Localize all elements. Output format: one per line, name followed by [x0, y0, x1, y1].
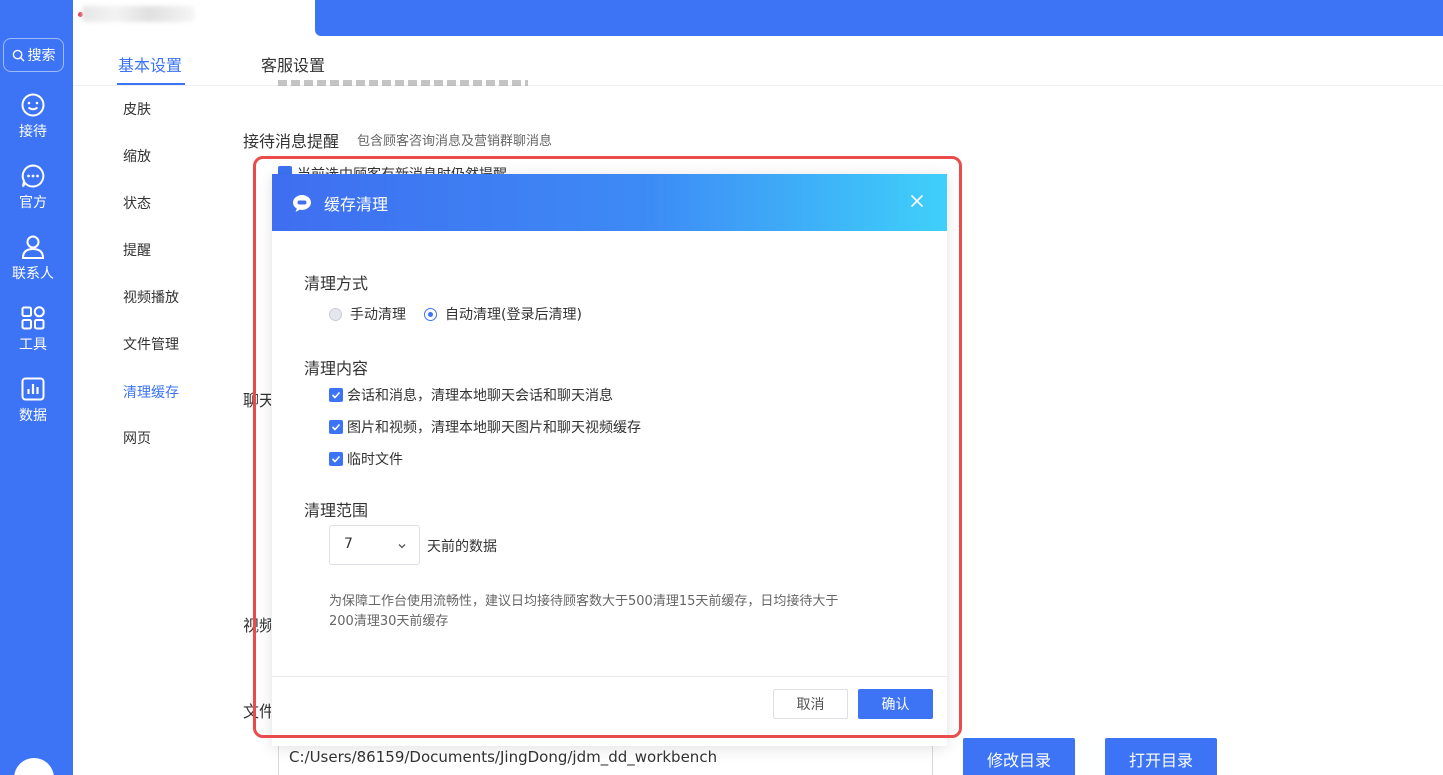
reception-reminder-title: 接待消息提醒: [243, 132, 340, 151]
search-button[interactable]: 搜索: [3, 38, 64, 72]
tab-basic-settings[interactable]: 基本设置: [118, 52, 182, 76]
title-bar-fill: [315, 0, 1443, 36]
person-icon: [21, 235, 45, 259]
chat-bubble-icon: [21, 164, 45, 188]
red-highlight-box: [253, 156, 962, 738]
menu-item-reminder[interactable]: 提醒: [123, 240, 151, 260]
sidebar-item-label: 数据: [19, 408, 47, 424]
menu-item-zoom[interactable]: 缩放: [123, 146, 151, 166]
avatar[interactable]: [14, 758, 54, 775]
sidebar-item-label: 工具: [19, 337, 47, 353]
menu-item-status[interactable]: 状态: [123, 193, 151, 213]
menu-item-file-management[interactable]: 文件管理: [123, 334, 179, 354]
smile-chat-icon: [21, 93, 45, 117]
sidebar: 搜索 接待 官方 联系人 工具 数据: [0, 0, 73, 775]
scrolled-text-fragment: [278, 70, 538, 88]
reception-reminder-desc: 包含顾客咨询消息及营销群聊消息: [357, 134, 553, 149]
title-bar: [73, 0, 1443, 36]
blurred-window-title: [82, 6, 194, 22]
sidebar-item-tools[interactable]: 工具: [0, 305, 66, 354]
sidebar-item-label: 官方: [19, 195, 47, 211]
modify-directory-button[interactable]: 修改目录: [963, 738, 1075, 775]
menu-item-webpage[interactable]: 网页: [123, 428, 151, 448]
search-label: 搜索: [27, 48, 56, 64]
menu-item-skin[interactable]: 皮肤: [123, 99, 151, 119]
search-icon: [12, 49, 25, 62]
app-window: 搜索 接待 官方 联系人 工具 数据 基本设置 客服设置 皮肤 缩放 状态 提醒…: [0, 0, 1443, 775]
menu-item-video[interactable]: 视频播放: [123, 287, 179, 307]
sidebar-item-official[interactable]: 官方: [0, 163, 66, 212]
sidebar-item-data[interactable]: 数据: [0, 376, 66, 425]
sidebar-item-contacts[interactable]: 联系人: [0, 234, 66, 283]
menu-item-clear-cache[interactable]: 清理缓存: [123, 382, 179, 402]
apps-grid-icon: [21, 306, 45, 330]
open-directory-button[interactable]: 打开目录: [1105, 738, 1217, 775]
sidebar-item-label: 接待: [19, 124, 47, 140]
sidebar-item-label: 联系人: [12, 266, 54, 282]
bar-chart-icon: [21, 377, 45, 401]
sidebar-item-reception[interactable]: 接待: [0, 92, 66, 141]
